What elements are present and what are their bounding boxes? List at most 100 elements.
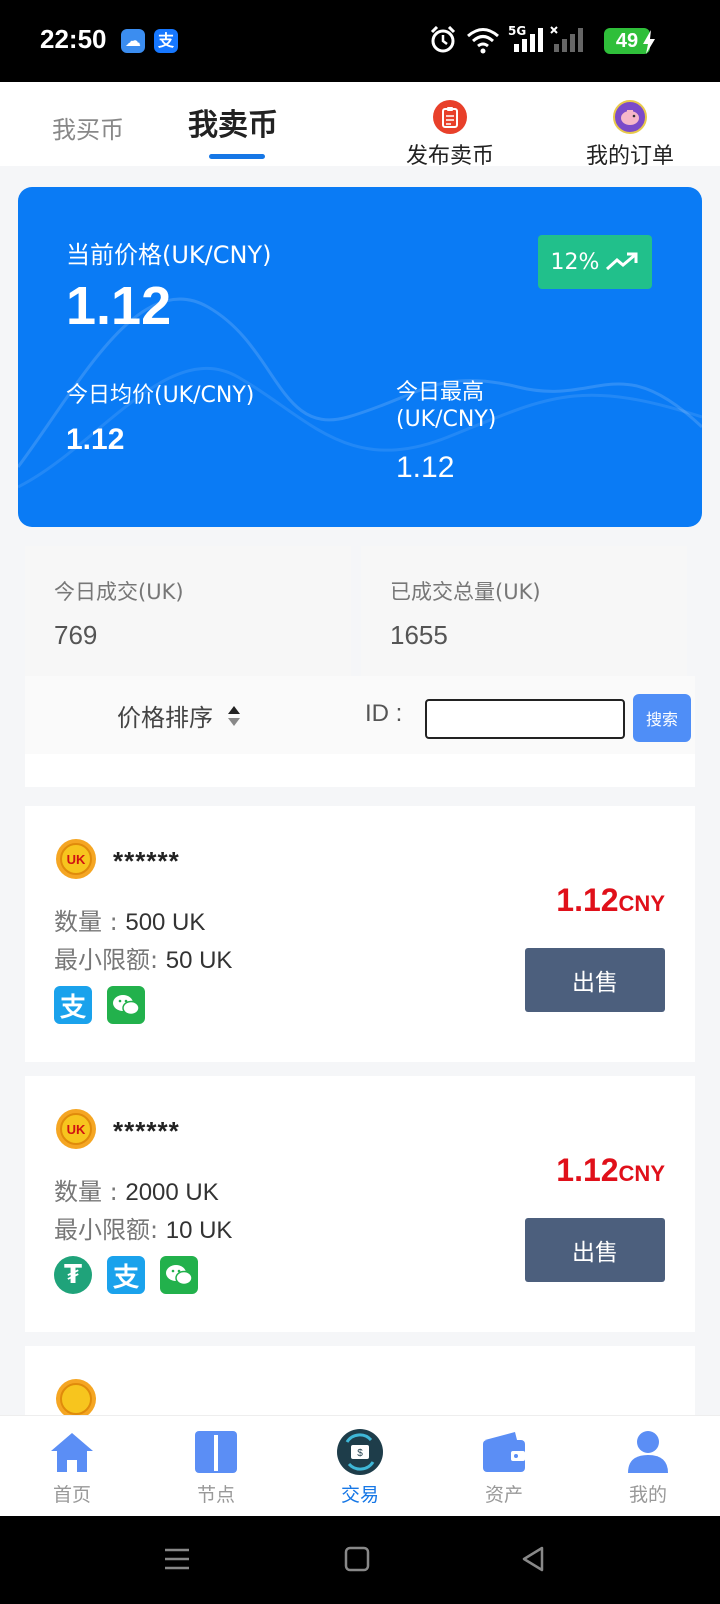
today-volume-label: 今日成交(UK) — [54, 580, 184, 604]
home-button-icon[interactable] — [344, 1546, 370, 1572]
wallet-icon — [480, 1428, 528, 1476]
publish-sell-label: 发布卖币 — [405, 144, 494, 169]
exchange-icon: $ — [336, 1428, 384, 1476]
min-limit-label: 最小限额: — [54, 946, 166, 974]
wifi-icon — [467, 28, 499, 54]
quantity-label: 数量 : — [54, 1178, 126, 1206]
list-item: UK ****** 数量 : 2000 UK 最小限额: 10 UK ₮ 支 1… — [25, 1076, 695, 1332]
min-limit-value: 50 UK — [165, 947, 233, 974]
signal-icon — [514, 28, 543, 52]
wechat-pay-icon — [160, 1256, 198, 1294]
min-limit-value: 10 UK — [165, 1217, 233, 1244]
today-high-price-label: 今日最高(UK/CNY) — [396, 380, 497, 432]
current-price-label: 当前价格(UK/CNY) — [66, 241, 272, 269]
back-icon[interactable] — [520, 1546, 546, 1572]
user-icon — [624, 1428, 672, 1476]
alipay-app-icon: 支 — [154, 29, 178, 53]
unit-price-value: 1.12 — [556, 1152, 619, 1188]
uk-coin-avatar: UK — [56, 1109, 96, 1149]
today-volume-stat: 今日成交(UK) 769 — [25, 546, 351, 676]
list-item-partial — [25, 1346, 695, 1415]
svg-text:$: $ — [357, 1448, 363, 1459]
clipboard-icon — [433, 100, 467, 134]
id-label: ID : — [365, 700, 403, 727]
sell-listing-list: UK ****** 数量 : 500 UK 最小限额: 50 UK 支 1.12… — [0, 754, 720, 1415]
min-limit-row: 最小限额: 10 UK — [54, 1210, 232, 1245]
system-navigation-bar — [0, 1516, 720, 1604]
active-tab-indicator — [209, 154, 265, 159]
alipay-icon: 支 — [54, 986, 92, 1024]
tab-mine-label: 我的 — [628, 1484, 667, 1506]
alarm-icon — [430, 26, 456, 53]
node-icon — [192, 1428, 240, 1476]
weather-app-icon: ☁ — [121, 29, 145, 53]
my-orders-button[interactable]: 我的订单 — [584, 100, 676, 170]
price-summary-card: 当前价格(UK/CNY) 1.12 12% 今日均价(UK/CNY) 1.12 … — [18, 187, 702, 527]
total-volume-value: 1655 — [390, 620, 448, 650]
unit-price: 1.12CNY — [556, 882, 665, 919]
publish-sell-button[interactable]: 发布卖币 — [404, 100, 496, 170]
my-orders-label: 我的订单 — [585, 144, 674, 169]
payment-methods: 支 — [54, 986, 145, 1024]
tab-exchange[interactable]: $ 交易 — [310, 1428, 410, 1507]
min-limit-label: 最小限额: — [54, 1216, 166, 1244]
usdt-icon: ₮ — [54, 1256, 92, 1294]
svg-text:UK: UK — [67, 852, 86, 867]
sell-button[interactable]: 出售 — [525, 1218, 665, 1282]
min-limit-row: 最小限额: 50 UK — [54, 940, 232, 975]
price-sort-label: 价格排序 — [117, 704, 213, 732]
menu-icon[interactable] — [164, 1546, 190, 1572]
uk-coin-avatar — [56, 1379, 96, 1415]
sell-button[interactable]: 出售 — [525, 948, 665, 1012]
quantity-value: 500 UK — [125, 909, 206, 936]
svg-text:UK: UK — [67, 1122, 86, 1137]
today-high-price-value: 1.12 — [396, 451, 455, 484]
price-change-badge: 12% — [538, 235, 652, 289]
list-item: UK ****** 数量 : 500 UK 最小限额: 50 UK 支 1.12… — [25, 806, 695, 1062]
unit-price: 1.12CNY — [556, 1152, 665, 1189]
price-sort-button[interactable]: 价格排序 — [117, 698, 241, 733]
seller-name: ****** — [113, 846, 180, 876]
status-bar: 22:50 ☁ 支 5G 49 — [0, 0, 720, 82]
today-volume-value: 769 — [54, 620, 98, 650]
signal-off-icon — [550, 26, 583, 52]
unit-price-currency: CNY — [618, 891, 665, 916]
current-price-value: 1.12 — [66, 276, 172, 336]
charging-icon — [643, 30, 655, 54]
tab-buy-coin[interactable]: 我买币 — [52, 110, 124, 145]
trending-up-icon — [606, 252, 638, 271]
alipay-icon: 支 — [107, 1256, 145, 1294]
tab-exchange-label: 交易 — [340, 1484, 379, 1506]
quantity-value: 2000 UK — [125, 1179, 219, 1206]
today-avg-price-value: 1.12 — [66, 423, 125, 456]
tab-home[interactable]: 首页 — [22, 1428, 122, 1507]
quantity-row: 数量 : 500 UK — [54, 902, 205, 937]
list-item-partial — [25, 754, 695, 787]
wechat-pay-icon — [107, 986, 145, 1024]
tab-home-label: 首页 — [52, 1484, 91, 1506]
quantity-row: 数量 : 2000 UK — [54, 1172, 219, 1207]
tab-node-label: 节点 — [196, 1484, 235, 1506]
id-search-input[interactable] — [425, 699, 625, 739]
tab-assets[interactable]: 资产 — [454, 1428, 554, 1507]
total-volume-label: 已成交总量(UK) — [390, 580, 541, 604]
uk-coin-avatar: UK — [56, 839, 96, 879]
search-button[interactable]: 搜索 — [633, 694, 691, 742]
home-icon — [48, 1428, 96, 1476]
sort-arrows-icon — [228, 705, 240, 726]
status-time: 22:50 — [40, 24, 107, 54]
top-nav: 我买币 我卖币 发布卖币 我的订单 — [0, 82, 720, 169]
tab-mine[interactable]: 我的 — [598, 1428, 698, 1507]
tab-sell-coin[interactable]: 我卖币 — [188, 100, 278, 144]
piggy-bank-icon — [613, 100, 647, 134]
tab-node[interactable]: 节点 — [166, 1428, 266, 1507]
seller-name: ****** — [113, 1116, 180, 1146]
unit-price-currency: CNY — [618, 1161, 665, 1186]
today-avg-price-label: 今日均价(UK/CNY) — [66, 383, 255, 408]
unit-price-value: 1.12 — [556, 882, 619, 918]
payment-methods: ₮ 支 — [54, 1256, 198, 1294]
filter-bar: 价格排序 ID : 搜索 — [25, 676, 695, 754]
quantity-label: 数量 : — [54, 908, 126, 936]
price-change-value: 12% — [550, 249, 600, 275]
total-volume-stat: 已成交总量(UK) 1655 — [361, 546, 687, 676]
